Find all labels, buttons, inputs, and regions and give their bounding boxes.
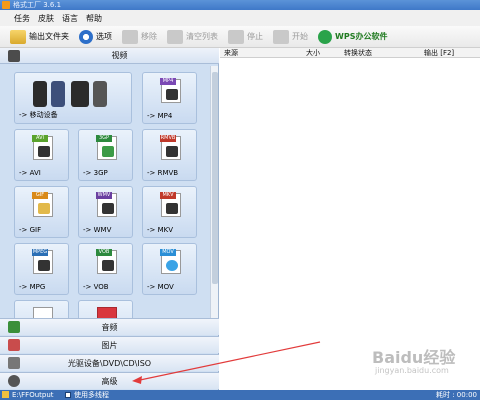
category-panel: 视频 -> 移动设备 MP4 -> MP4 AVI -> AVI 3GP -> … [0,48,219,390]
category-audio[interactable]: 音频 [0,318,219,335]
tile-3gp[interactable]: 3GP -> 3GP [78,129,133,181]
watermark-logo: Baidu经验 [372,348,456,367]
menu-language[interactable]: 语言 [62,13,78,24]
menu-bar: 任务 皮肤 语言 帮助 [0,10,480,26]
stop-icon [228,29,244,44]
category-advanced[interactable]: 高级 [0,372,219,389]
remove-button[interactable]: 移除 [122,29,157,44]
gif-icon: GIF [32,192,53,217]
stop-button[interactable]: 停止 [228,29,263,44]
category-video-header[interactable]: 视频 [0,48,219,64]
start-button[interactable]: 开始 [273,29,308,44]
tile-mp4[interactable]: MP4 -> MP4 [142,72,197,124]
mpg-icon: MPEG [32,249,53,274]
start-icon [273,29,289,44]
task-list-header: 来源 大小 转换状态 输出 [F2] [220,48,480,58]
mp4-icon: MP4 [160,78,181,103]
music-icon [8,321,20,333]
wmv-icon: WMV [96,192,117,217]
title-bar: 格式工厂 3.6.1 [0,0,480,10]
elapsed-time: 耗时 : 00:00 [436,391,477,399]
3gp-icon: 3GP [96,135,117,160]
options-icon [79,29,93,44]
tile-mobile-device[interactable]: -> 移动设备 [14,72,132,124]
tile-mov[interactable]: MOV -> MOV [142,243,197,295]
avi-icon: AVI [32,135,53,160]
format-grid: -> 移动设备 MP4 -> MP4 AVI -> AVI 3GP -> 3GP… [0,66,219,328]
tile-avi[interactable]: AVI -> AVI [14,129,69,181]
tile-mpg[interactable]: MPEG -> MPG [14,243,69,295]
clear-list-icon [167,29,183,44]
task-list[interactable]: 来源 大小 转换状态 输出 [F2] [220,48,480,390]
mkv-icon: MKV [160,192,181,217]
folder-icon [10,29,26,44]
col-status[interactable]: 转换状态 [344,48,372,58]
col-source[interactable]: 来源 [224,48,238,58]
tile-gif[interactable]: GIF -> GIF [14,186,69,238]
output-path[interactable]: E:\FFOutput [12,390,54,400]
col-size[interactable]: 大小 [306,48,320,58]
wps-icon [318,29,332,44]
menu-help[interactable]: 帮助 [86,13,102,24]
menu-task[interactable]: 任务 [14,13,30,24]
wps-office-button[interactable]: WPS办公软件 [318,29,387,44]
multithread-checkbox[interactable] [65,392,71,398]
window-title: 格式工厂 3.6.1 [13,1,62,9]
mov-icon: MOV [160,249,181,274]
vob-icon: VOB [96,249,117,274]
grid-scrollbar[interactable] [210,66,218,328]
output-folder-button[interactable]: 输出文件夹 [10,29,69,44]
rmvb-icon: RMVB [160,135,181,160]
toolbar: 输出文件夹 选项 移除 清空列表 停止 开始 WPS办公软件 [0,26,480,48]
menu-skin[interactable]: 皮肤 [38,13,54,24]
category-picture[interactable]: 图片 [0,336,219,353]
output-folder-status-icon [2,391,9,398]
remove-icon [122,29,138,44]
watermark-url: jingyan.baidu.com [375,366,449,375]
advanced-tools-icon [8,375,20,387]
clear-list-button[interactable]: 清空列表 [167,29,218,44]
picture-icon [8,339,20,351]
video-category-icon [8,49,20,62]
tile-rmvb[interactable]: RMVB -> RMVB [142,129,197,181]
app-icon [2,1,10,9]
mobile-devices-icon [27,77,119,111]
category-optical-disc[interactable]: 光驱设备\DVD\CD\ISO [0,354,219,371]
multithread-label: 使用多线程 [74,391,109,399]
tile-mkv[interactable]: MKV -> MKV [142,186,197,238]
options-button[interactable]: 选项 [79,29,112,44]
disc-drive-icon [8,357,20,369]
scrollbar-thumb[interactable] [212,72,218,284]
tile-vob[interactable]: VOB -> VOB [78,243,133,295]
col-output[interactable]: 输出 [F2] [424,48,454,58]
status-bar: E:\FFOutput 使用多线程 耗时 : 00:00 [0,390,480,400]
tile-wmv[interactable]: WMV -> WMV [78,186,133,238]
